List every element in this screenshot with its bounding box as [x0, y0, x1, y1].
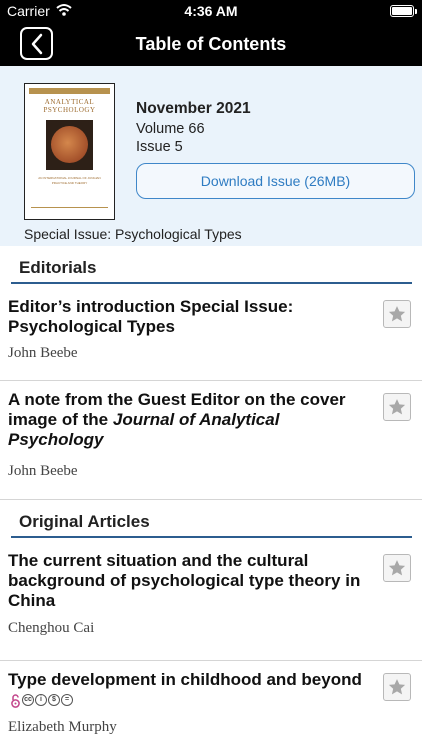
nd-icon: = [61, 693, 73, 706]
article-author: John Beebe [8, 463, 78, 479]
status-bar: Carrier 4:36 AM [0, 0, 422, 22]
article-row[interactable]: A note from the Guest Editor on the cove… [0, 381, 422, 500]
section-title: Original Articles [19, 512, 150, 531]
open-access-icon [11, 693, 20, 708]
section-divider [11, 282, 412, 284]
star-icon [388, 306, 406, 322]
star-icon [388, 399, 406, 415]
section-divider [11, 536, 412, 538]
issue-cover-image[interactable]: ANALYTICAL PSYCHOLOGY AN INTERNATIONAL JO… [24, 83, 115, 220]
favorite-button[interactable] [383, 554, 411, 582]
page-title: Table of Contents [135, 34, 287, 54]
favorite-button[interactable] [383, 393, 411, 421]
star-icon [388, 679, 406, 695]
issue-header: ANALYTICAL PSYCHOLOGY AN INTERNATIONAL JO… [0, 66, 422, 246]
cc-icon: cc [22, 693, 34, 706]
status-time: 4:36 AM [184, 3, 238, 19]
article-title: Type development in childhood and beyond… [8, 670, 374, 710]
cover-journal-top: ANALYTICAL [44, 98, 95, 106]
download-issue-button[interactable]: Download Issue (26MB) [136, 163, 415, 199]
section-header-editorials: Editorials [0, 246, 422, 288]
special-issue-label: Special Issue: Psychological Types [24, 226, 242, 242]
favorite-button[interactable] [383, 300, 411, 328]
cover-journal-bottom: PSYCHOLOGY [43, 106, 96, 114]
article-author: Elizabeth Murphy [8, 719, 117, 735]
article-row[interactable]: Editor’s introduction Special Issue: Psy… [0, 288, 422, 381]
issue-month: November 2021 [136, 100, 251, 117]
issue-volume: Volume 66 [136, 121, 205, 137]
cover-subtitle: AN INTERNATIONAL JOURNAL OF JUNGIAN PRAC… [38, 176, 101, 185]
issue-number: Issue 5 [136, 139, 183, 155]
by-icon: i [35, 693, 47, 706]
article-title: A note from the Guest Editor on the cove… [8, 390, 346, 449]
article-title: Editor’s introduction Special Issue: Psy… [8, 297, 294, 336]
article-row[interactable]: The current situation and the cultural b… [0, 542, 422, 661]
battery-icon [390, 5, 417, 17]
nav-bar: Table of Contents [0, 22, 422, 66]
article-author: Chenghou Cai [8, 620, 95, 636]
section-title: Editorials [19, 258, 97, 277]
favorite-button[interactable] [383, 673, 411, 701]
star-icon [388, 560, 406, 576]
article-row[interactable]: Type development in childhood and beyond… [0, 661, 422, 750]
section-header-original-articles: Original Articles [0, 500, 422, 542]
article-author: John Beebe [8, 345, 78, 361]
article-title: The current situation and the cultural b… [8, 551, 361, 610]
nc-icon: $ [48, 693, 60, 706]
